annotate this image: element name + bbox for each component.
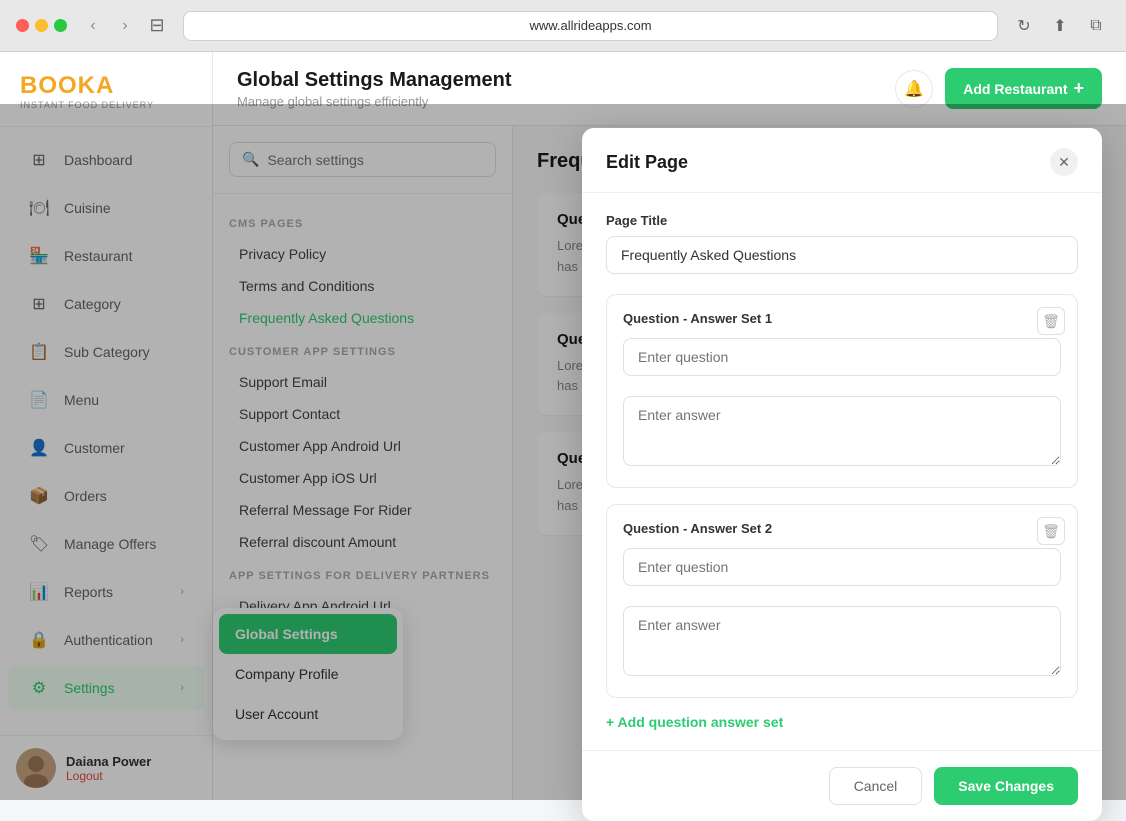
notification-button[interactable]: 🔔 bbox=[895, 70, 933, 108]
page-title-group: Page Title bbox=[606, 213, 1078, 274]
traffic-lights bbox=[16, 19, 67, 32]
reload-button[interactable]: ↻ bbox=[1010, 12, 1038, 40]
qa-set-1-delete-button[interactable]: 🗑 bbox=[1037, 307, 1065, 335]
modal-header: Edit Page ✕ bbox=[582, 128, 1102, 193]
close-button[interactable] bbox=[16, 19, 29, 32]
modal-close-button[interactable]: ✕ bbox=[1050, 148, 1078, 176]
add-restaurant-button[interactable]: Add Restaurant + bbox=[945, 68, 1102, 109]
modal-body: Page Title Question - Answer Set 1 🗑 bbox=[582, 193, 1102, 750]
minimize-button[interactable] bbox=[35, 19, 48, 32]
share-button[interactable]: ⬆ bbox=[1046, 12, 1074, 40]
top-actions: 🔔 Add Restaurant + bbox=[895, 68, 1102, 109]
sidebar-toggle-button[interactable]: ⊟ bbox=[143, 12, 171, 40]
maximize-button[interactable] bbox=[54, 19, 67, 32]
qa-set-1: Question - Answer Set 1 🗑 bbox=[606, 294, 1078, 488]
edit-page-modal: Edit Page ✕ Page Title Question - Answer… bbox=[582, 128, 1102, 821]
page-header: Global Settings Management Manage global… bbox=[237, 69, 511, 109]
page-title: Global Settings Management bbox=[237, 69, 511, 92]
answer-1-input[interactable] bbox=[623, 396, 1061, 466]
save-changes-button[interactable]: Save Changes bbox=[934, 767, 1078, 805]
modal-footer: Cancel Save Changes bbox=[582, 750, 1102, 821]
app-layout: BOOKA INSTANT FOOD DELIVERY ⊞ Dashboard … bbox=[0, 52, 1126, 800]
forward-button[interactable]: › bbox=[111, 12, 139, 40]
plus-icon: + bbox=[1073, 78, 1084, 99]
back-button[interactable]: ‹ bbox=[79, 12, 107, 40]
q2-group bbox=[623, 548, 1061, 586]
modal-title: Edit Page bbox=[606, 152, 688, 173]
page-title-input[interactable] bbox=[606, 236, 1078, 274]
a2-group bbox=[623, 606, 1061, 681]
modal-overlay: Edit Page ✕ Page Title Question - Answer… bbox=[0, 104, 1126, 800]
answer-2-input[interactable] bbox=[623, 606, 1061, 676]
browser-chrome: ‹ › ⊟ www.allrideapps.com ↻ ⬆ ⧉ bbox=[0, 0, 1126, 52]
a1-group bbox=[623, 396, 1061, 471]
bell-icon: 🔔 bbox=[904, 79, 924, 99]
qa-set-2-delete-button[interactable]: 🗑 bbox=[1037, 517, 1065, 545]
logo-brand: BOOKA bbox=[20, 72, 192, 100]
nav-buttons: ‹ › ⊟ bbox=[79, 12, 171, 40]
tabs-button[interactable]: ⧉ bbox=[1082, 12, 1110, 40]
qa-set-2: Question - Answer Set 2 🗑 bbox=[606, 504, 1078, 698]
question-2-input[interactable] bbox=[623, 548, 1061, 586]
browser-actions: ↻ ⬆ ⧉ bbox=[1010, 12, 1110, 40]
url-bar[interactable]: www.allrideapps.com bbox=[183, 11, 998, 41]
cancel-button[interactable]: Cancel bbox=[829, 767, 923, 805]
add-qa-button[interactable]: + Add question answer set bbox=[606, 714, 783, 730]
url-text: www.allrideapps.com bbox=[529, 18, 651, 33]
question-1-input[interactable] bbox=[623, 338, 1061, 376]
qa-set-2-label: Question - Answer Set 2 bbox=[623, 521, 1061, 536]
add-qa-wrapper: + Add question answer set bbox=[606, 714, 1078, 730]
add-restaurant-label: Add Restaurant bbox=[963, 81, 1067, 97]
q1-group bbox=[623, 338, 1061, 376]
qa-set-1-label: Question - Answer Set 1 bbox=[623, 311, 1061, 326]
page-title-label: Page Title bbox=[606, 213, 1078, 228]
